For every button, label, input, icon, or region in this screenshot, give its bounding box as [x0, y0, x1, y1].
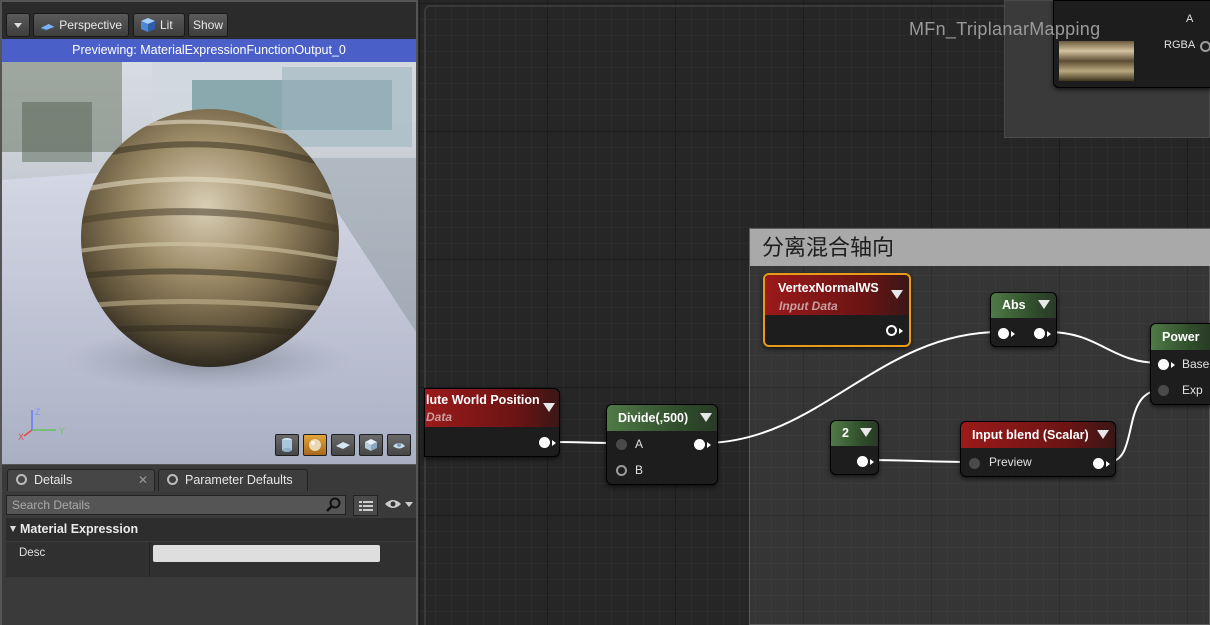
input-blend-scalar-node[interactable]: Input blend (Scalar) Preview — [960, 421, 1116, 477]
node-title: lute World Position — [426, 393, 540, 407]
divide-node[interactable]: Divide(,500) A B — [606, 404, 718, 485]
chevron-down-icon[interactable] — [860, 428, 872, 437]
node-title: 2 — [842, 426, 849, 440]
input-pin-base[interactable] — [1158, 359, 1169, 370]
node-header: Input blend (Scalar) — [961, 422, 1115, 448]
pin-a-label: A — [635, 437, 644, 451]
input-pin[interactable] — [998, 328, 1009, 339]
pin-b-label: B — [635, 463, 644, 477]
input-pin-exp[interactable] — [1158, 385, 1169, 396]
output-pin[interactable] — [539, 437, 550, 448]
pin-arrow-icon — [1011, 331, 1015, 337]
pin-arrow-icon — [707, 442, 711, 448]
node-title: Power — [1162, 330, 1200, 344]
pin-base-label: Base — [1182, 357, 1210, 371]
abs-node[interactable]: Abs — [990, 292, 1057, 347]
chevron-down-icon[interactable] — [543, 403, 555, 412]
chevron-down-icon[interactable] — [891, 290, 903, 299]
constant-node[interactable]: 2 — [830, 420, 879, 475]
wire-const-inputblend — [867, 459, 973, 463]
node-header: Power — [1151, 324, 1210, 350]
node-title: Input blend (Scalar) — [972, 428, 1089, 442]
absolute-world-position-node[interactable]: lute World Position Data — [424, 388, 560, 457]
output-pin[interactable] — [694, 439, 705, 450]
output-pin[interactable] — [1034, 328, 1045, 339]
output-pin[interactable] — [1093, 458, 1104, 469]
vertex-normal-ws-node[interactable]: VertexNormalWS Input Data — [763, 273, 911, 347]
pin-arrow-icon — [899, 328, 903, 334]
output-pin[interactable] — [857, 456, 868, 467]
node-title: Abs — [1002, 298, 1026, 312]
node-subtitle: Input Data — [779, 299, 838, 313]
pin-arrow-icon — [1171, 362, 1175, 368]
pin-arrow-icon — [552, 440, 556, 446]
wire-abs-power — [1047, 331, 1161, 364]
node-header: VertexNormalWS Input Data — [765, 275, 909, 315]
power-node[interactable]: Power Base Exp — [1150, 323, 1210, 405]
node-header: lute World Position Data — [425, 389, 559, 427]
output-pin[interactable] — [886, 325, 897, 336]
node-title: VertexNormalWS — [778, 281, 879, 295]
node-subtitle: Data — [426, 410, 453, 424]
pin-arrow-icon — [1106, 461, 1110, 467]
input-pin-preview[interactable] — [969, 458, 980, 469]
node-title: Divide(,500) — [618, 411, 689, 425]
chevron-down-icon[interactable] — [1038, 300, 1050, 309]
pin-preview-label: Preview — [989, 455, 1032, 469]
chevron-down-icon[interactable] — [700, 413, 712, 422]
chevron-down-icon[interactable] — [1097, 430, 1109, 439]
input-pin-b[interactable] — [616, 465, 627, 476]
input-pin-a[interactable] — [616, 439, 627, 450]
pin-arrow-icon — [1047, 331, 1051, 337]
pin-arrow-icon — [870, 459, 874, 465]
pin-exp-label: Exp — [1182, 383, 1203, 397]
